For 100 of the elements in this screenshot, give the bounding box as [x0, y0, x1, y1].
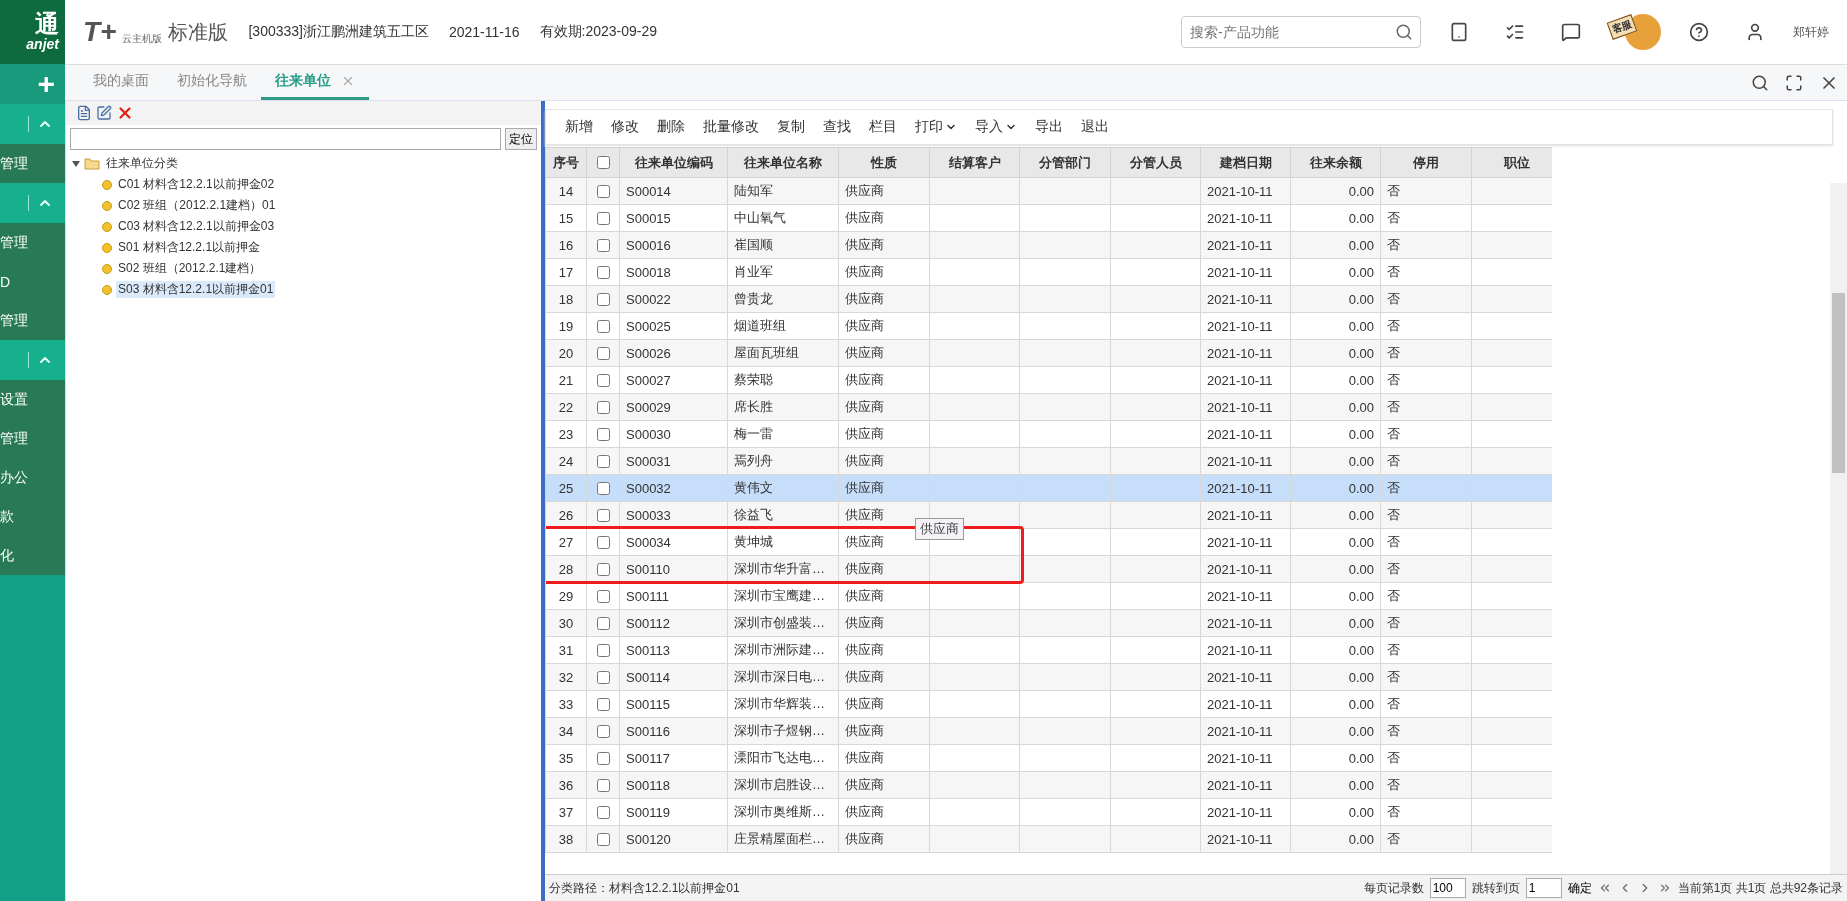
row-checkbox[interactable] [596, 211, 610, 225]
table-cell: 梅一雷 [728, 421, 839, 447]
table-cell[interactable]: 26 [546, 502, 587, 528]
row-checkbox[interactable] [596, 535, 610, 549]
sidebar-item[interactable]: 管理 [0, 419, 65, 458]
row-checkbox[interactable] [596, 184, 610, 198]
toolbar-button[interactable]: 修改 [602, 118, 648, 136]
locate-button[interactable]: 定位 [505, 128, 537, 150]
table-cell[interactable]: 23 [546, 421, 587, 447]
delete-icon[interactable] [116, 104, 134, 122]
toolbar-button[interactable]: 复制 [768, 118, 814, 136]
tree-node[interactable]: C03 材料含12.2.1以前押金03 [116, 218, 277, 235]
row-checkbox[interactable] [596, 616, 610, 630]
row-checkbox[interactable] [596, 643, 610, 657]
node-dot-icon [102, 284, 112, 295]
row-checkbox[interactable] [596, 508, 610, 522]
toolbar-button[interactable]: 栏目 [860, 118, 906, 136]
table-cell[interactable]: 38 [546, 826, 587, 852]
table-cell[interactable]: 14 [546, 178, 587, 204]
sidebar-item[interactable]: 办公 [0, 458, 65, 497]
page-jump-field[interactable]: 1 [1525, 878, 1562, 898]
table-cell[interactable]: 24 [546, 448, 587, 474]
confirm-button[interactable]: 确定 [1567, 879, 1592, 897]
search-field[interactable]: 搜索-产品功能 [1181, 16, 1421, 48]
table-cell[interactable]: 15 [546, 205, 587, 231]
table-cell[interactable]: 32 [546, 664, 587, 690]
table-cell[interactable]: 22 [546, 394, 587, 420]
row-checkbox[interactable] [596, 832, 610, 846]
row-checkbox[interactable] [596, 724, 610, 738]
toolbar-button[interactable]: 查找 [814, 118, 860, 136]
select-all-checkbox[interactable] [596, 156, 610, 169]
table-cell[interactable]: 37 [546, 799, 587, 825]
locate-field[interactable] [70, 128, 501, 150]
table-cell: 0.00 [1291, 826, 1381, 852]
row-checkbox[interactable] [596, 697, 610, 711]
row-checkbox[interactable] [596, 589, 610, 603]
table-cell[interactable]: 29 [546, 583, 587, 609]
user-name[interactable]: 郑轩婷 [1793, 23, 1829, 41]
row-checkbox[interactable] [596, 373, 610, 387]
table-cell[interactable]: 19 [546, 313, 587, 339]
row-checkbox[interactable] [596, 751, 610, 765]
row-checkbox[interactable] [596, 778, 610, 792]
toolbar-button[interactable]: 导出 [1026, 118, 1072, 136]
tree-node[interactable]: S02 班组（2012.2.1建档） [116, 260, 264, 277]
add-button[interactable]: + [0, 64, 65, 104]
sidebar-item[interactable]: 款 [0, 497, 65, 536]
table-cell[interactable]: 17 [546, 259, 587, 285]
row-checkbox[interactable] [596, 427, 610, 441]
table-cell[interactable]: 21 [546, 367, 587, 393]
row-checkbox[interactable] [596, 400, 610, 414]
table-cell[interactable]: 28 [546, 556, 587, 582]
toolbar-button[interactable]: 打印 [906, 118, 966, 136]
sidebar-item[interactable]: 设置 [0, 380, 65, 419]
toolbar-button[interactable]: 批量修改 [694, 118, 768, 136]
row-checkbox[interactable] [596, 319, 610, 333]
row-checkbox[interactable] [596, 265, 610, 279]
row-checkbox[interactable] [596, 346, 610, 360]
toolbar-button[interactable]: 退出 [1072, 118, 1118, 136]
table-cell[interactable]: 30 [546, 610, 587, 636]
tree-node[interactable]: S01 材料含12.2.1以前押金 [116, 239, 263, 256]
table-cell[interactable]: 16 [546, 232, 587, 258]
sidebar-item[interactable]: 管理 [0, 223, 65, 262]
product-name: 标准版 [168, 20, 229, 45]
row-checkbox[interactable] [596, 238, 610, 252]
sidebar-item[interactable]: 管理 [0, 144, 65, 183]
row-checkbox[interactable] [596, 292, 610, 306]
logo-text: 通 [35, 12, 59, 36]
row-checkbox[interactable] [596, 454, 610, 468]
scrollbar[interactable] [1830, 183, 1847, 874]
sidebar-item[interactable]: D [0, 262, 65, 301]
table-cell: S00015 [620, 205, 728, 231]
sidebar-item[interactable]: 管理 [0, 301, 65, 340]
table-cell: 2021-10-11 [1201, 232, 1291, 258]
tree-node[interactable]: C01 材料含12.2.1以前押金02 [116, 176, 277, 193]
new-document-icon[interactable] [76, 105, 92, 121]
toolbar-button[interactable]: 删除 [648, 118, 694, 136]
search-icon[interactable] [1395, 23, 1413, 41]
tree-node[interactable]: C02 班组（2012.2.1建档）01 [116, 197, 278, 214]
table-cell[interactable]: 34 [546, 718, 587, 744]
tree-node[interactable]: 往来单位分类 [104, 155, 180, 172]
table-cell[interactable]: 31 [546, 637, 587, 663]
table-cell[interactable]: 36 [546, 772, 587, 798]
table-cell: S00025 [620, 313, 728, 339]
table-cell: 否 [1381, 286, 1472, 312]
tree-node[interactable]: S03 材料含12.2.1以前押金01 [116, 281, 276, 298]
row-checkbox[interactable] [596, 805, 610, 819]
row-checkbox[interactable] [596, 481, 610, 495]
table-cell[interactable]: 33 [546, 691, 587, 717]
row-checkbox[interactable] [596, 562, 610, 576]
page-size-field[interactable]: 100 [1429, 878, 1466, 898]
table-cell: 否 [1381, 583, 1472, 609]
table-cell[interactable]: 20 [546, 340, 587, 366]
edit-icon[interactable] [96, 105, 112, 121]
sidebar-item[interactable]: 化 [0, 536, 65, 575]
table-cell[interactable]: 35 [546, 745, 587, 771]
table-cell[interactable]: 18 [546, 286, 587, 312]
row-checkbox[interactable] [596, 670, 610, 684]
table-cell: 2021-10-11 [1201, 394, 1291, 420]
toolbar-button[interactable]: 新增 [556, 118, 602, 136]
toolbar-button[interactable]: 导入 [966, 118, 1026, 136]
